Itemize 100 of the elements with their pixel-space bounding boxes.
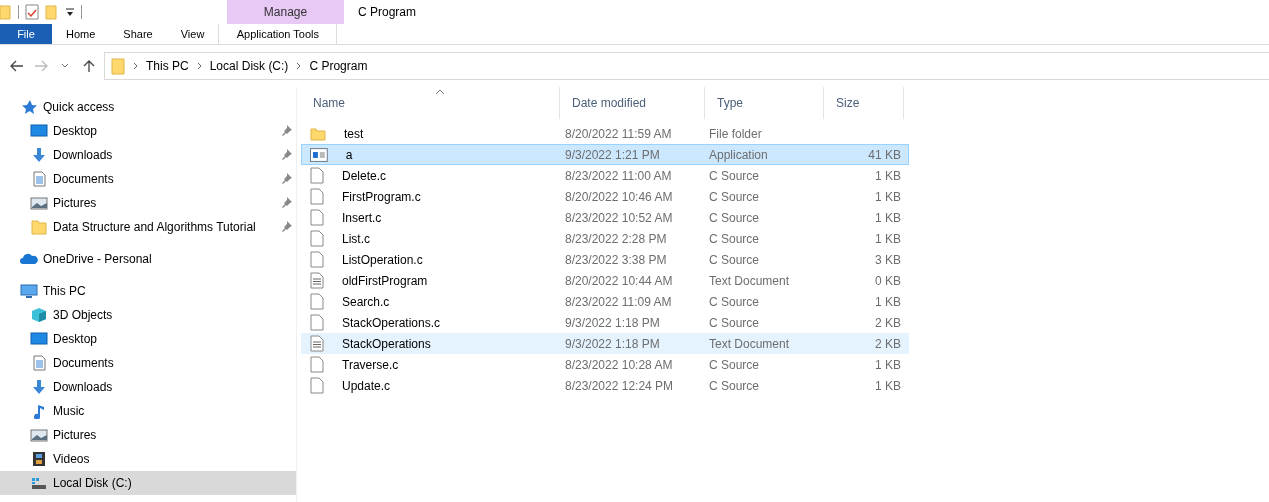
type-cell-text: C Source [708,378,761,393]
sidebar-item[interactable]: Documents [0,351,296,375]
download-icon [30,147,48,163]
type-cell-text: Application [708,147,769,162]
date-cell-text: 8/23/2022 11:09 AM [564,294,673,309]
breadcrumb[interactable]: C Program [309,59,368,73]
sidebar-label: Pictures [53,196,97,210]
file-name: a [344,147,354,162]
sidebar-item[interactable]: 3D Objects [0,303,296,327]
monitor-icon [30,123,48,139]
file-row[interactable]: Search.c 8/23/2022 11:09 AM C Source 1 KB [301,291,909,312]
properties-icon[interactable] [25,4,39,20]
sidebar-item[interactable]: Videos [0,447,296,471]
type-cell-text: C Source [708,168,761,183]
sidebar-item[interactable]: Data Structure and Algorithms Tutorial [0,215,296,239]
application-icon [310,147,328,162]
ribbon-tab[interactable]: View [166,24,219,44]
ribbon-context-label: Manage [227,0,344,24]
column-header[interactable]: Name [301,87,560,119]
sidebar-item[interactable]: Music [0,399,296,423]
file-row[interactable]: oldFirstProgram 8/20/2022 10:44 AM Text Document 0 KB [301,270,909,291]
breadcrumb[interactable]: This PC [146,59,189,73]
file-row[interactable]: Delete.c 8/23/2022 11:00 AM C Source 1 KB [301,165,909,186]
sidebar-label: Data Structure and Algorithms Tutorial [53,220,256,234]
sidebar-label: OneDrive - Personal [43,252,152,266]
ribbon-tab[interactable]: Application Tools [218,24,338,44]
file-name: FirstProgram.c [341,189,422,204]
type-cell-text: Text Document [708,273,791,288]
file-icon [310,230,324,247]
file-name: Insert.c [341,210,383,225]
folder-icon [310,125,326,142]
text-file-icon [310,335,324,352]
sidebar-item[interactable]: Desktop [0,119,296,143]
column-header[interactable]: Date modified [560,87,705,119]
type-cell-text: Text Document [708,336,791,351]
sidebar-item[interactable]: Desktop [0,327,296,351]
file-row[interactable]: Update.c 8/23/2022 12:24 PM C Source 1 KB [301,375,909,396]
file-name: Delete.c [341,168,388,183]
file-row[interactable]: FirstProgram.c 8/20/2022 10:46 AM C Source 1 KB [301,186,909,207]
sidebar-item[interactable]: Quick access [0,95,296,119]
folder-icon [30,219,48,235]
up-arrow-icon [83,59,95,73]
file-name: ListOperation.c [341,252,424,267]
file-icon [310,293,324,310]
date-cell-text: 8/20/2022 11:59 AM [564,126,673,141]
sidebar-item[interactable]: This PC [0,279,296,303]
ribbon-tab[interactable]: Home [52,24,110,44]
file-row[interactable]: StackOperations 9/3/2022 1:18 PM Text Document 2 KB [301,333,909,354]
sidebar-label: 3D Objects [53,308,113,322]
type-cell-text: C Source [708,189,761,204]
date-cell-text: 9/3/2022 1:21 PM [564,147,661,162]
date-cell-text: 8/20/2022 10:46 AM [564,189,674,204]
sidebar-label: Documents [53,356,114,370]
sidebar-item[interactable]: Pictures [0,423,296,447]
monitor-icon [30,331,48,347]
date-cell-text: 8/23/2022 10:28 AM [564,357,674,372]
column-header[interactable]: Type [705,87,824,119]
film-icon [30,451,48,467]
type-cell-text: C Source [708,315,761,330]
file-row[interactable]: List.c 8/23/2022 2:28 PM C Source 1 KB [301,228,909,249]
chevron-icon [196,62,202,70]
cube-icon [30,307,48,323]
picture-icon [30,195,48,211]
sidebar-item[interactable]: Downloads [0,375,296,399]
file-row[interactable]: ListOperation.c 8/23/2022 3:38 PM C Source 3 KB [301,249,909,270]
text-file-icon [310,272,324,289]
file-name: Search.c [341,294,391,309]
sidebar-item[interactable]: Documents [0,167,296,191]
file-row[interactable]: Insert.c 8/23/2022 10:52 AM C Source 1 KB [301,207,909,228]
size-cell-text: 2 KB [874,336,902,351]
chevron-icon [133,62,138,70]
sidebar-item[interactable]: OneDrive - Personal [0,247,296,271]
sidebar-item[interactable]: Local Disk (C:) [0,471,296,495]
date-cell-text: 8/20/2022 10:44 AM [564,273,674,288]
window-title: C Program [357,4,416,21]
sidebar-item[interactable]: Pictures [0,191,296,215]
file-row[interactable]: test 8/20/2022 11:59 AM File folder [301,123,909,144]
breadcrumb[interactable]: Local Disk (C:) [209,59,289,73]
chevron-icon [296,62,302,70]
picture-icon [30,427,48,443]
column-header[interactable]: Size [824,87,904,119]
address-bar[interactable]: This PC Local Disk (C:) C Program [104,52,1269,80]
size-cell-text: 41 KB [867,147,902,162]
size-cell-text: 1 KB [874,231,902,246]
file-row[interactable]: a 9/3/2022 1:21 PM Application 41 KB [301,144,909,165]
file-row[interactable]: Traverse.c 8/23/2022 10:28 AM C Source 1 KB [301,354,909,375]
date-cell-text: 8/23/2022 11:00 AM [564,168,673,183]
dropdown-icon[interactable] [65,7,75,17]
sidebar-label: Music [53,404,85,418]
ribbon-tab[interactable]: Share [109,24,167,44]
sidebar-item[interactable]: Downloads [0,143,296,167]
cloud-icon [20,251,38,267]
ribbon-tab[interactable]: File [0,24,52,44]
sidebar-label: Documents [53,172,114,186]
size-cell-text: 1 KB [874,357,902,372]
folder-icon [111,57,125,75]
download-icon [30,379,48,395]
sidebar-label: Downloads [53,380,113,394]
file-row[interactable]: StackOperations.c 9/3/2022 1:18 PM C Source 2 KB [301,312,909,333]
file-name: oldFirstProgram [341,273,429,288]
